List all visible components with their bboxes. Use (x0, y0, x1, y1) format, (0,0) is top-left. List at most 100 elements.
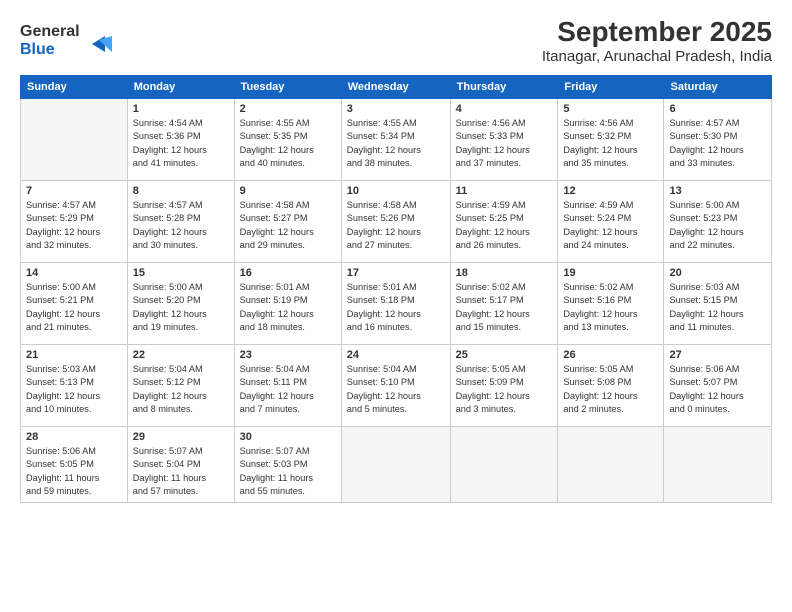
day-number: 6 (669, 103, 766, 115)
calendar-cell: 3 Sunrise: 4:55 AM Sunset: 5:34 PM Daylig… (341, 99, 450, 181)
calendar-cell (664, 427, 772, 503)
calendar-cell: 14 Sunrise: 5:00 AM Sunset: 5:21 PM Dayli… (21, 263, 128, 345)
day-info: Sunrise: 5:00 AM Sunset: 5:23 PM Dayligh… (669, 199, 766, 252)
calendar-cell (341, 427, 450, 503)
day-info: Sunrise: 5:04 AM Sunset: 5:12 PM Dayligh… (133, 363, 229, 416)
week-row-5: 28Sunrise: 5:06 AM Sunset: 5:05 PM Dayli… (21, 427, 772, 503)
day-info: Sunrise: 5:03 AM Sunset: 5:13 PM Dayligh… (26, 363, 122, 416)
day-number: 28 (26, 431, 122, 443)
calendar-cell: 19 Sunrise: 5:02 AM Sunset: 5:16 PM Dayli… (558, 263, 664, 345)
day-info: Sunrise: 5:01 AM Sunset: 5:18 PM Dayligh… (347, 281, 445, 334)
col-header-tuesday: Tuesday (234, 76, 341, 99)
calendar-cell: 23Sunrise: 5:04 AM Sunset: 5:11 PM Dayli… (234, 345, 341, 427)
day-number: 8 (133, 185, 229, 197)
calendar-table: SundayMondayTuesdayWednesdayThursdayFrid… (20, 75, 772, 503)
day-info: Sunrise: 5:04 AM Sunset: 5:10 PM Dayligh… (347, 363, 445, 416)
day-number: 9 (240, 185, 336, 197)
day-number: 15 (133, 267, 229, 279)
calendar-cell: 17 Sunrise: 5:01 AM Sunset: 5:18 PM Dayli… (341, 263, 450, 345)
day-number: 4 (456, 103, 553, 115)
day-number: 27 (669, 349, 766, 361)
calendar-cell: 25Sunrise: 5:05 AM Sunset: 5:09 PM Dayli… (450, 345, 558, 427)
week-row-3: 14 Sunrise: 5:00 AM Sunset: 5:21 PM Dayli… (21, 263, 772, 345)
calendar-cell: 5Sunrise: 4:56 AM Sunset: 5:32 PM Daylig… (558, 99, 664, 181)
day-info: Sunrise: 5:03 AM Sunset: 5:15 PM Dayligh… (669, 281, 766, 334)
day-number: 11 (456, 185, 553, 197)
day-number: 5 (563, 103, 658, 115)
calendar-cell: 11 Sunrise: 4:59 AM Sunset: 5:25 PM Dayli… (450, 181, 558, 263)
calendar-cell: 28Sunrise: 5:06 AM Sunset: 5:05 PM Dayli… (21, 427, 128, 503)
calendar-cell: 13Sunrise: 5:00 AM Sunset: 5:23 PM Dayli… (664, 181, 772, 263)
calendar-cell: 18 Sunrise: 5:02 AM Sunset: 5:17 PM Dayli… (450, 263, 558, 345)
calendar-cell: 7 Sunrise: 4:57 AM Sunset: 5:29 PM Daylig… (21, 181, 128, 263)
calendar-cell: 10 Sunrise: 4:58 AM Sunset: 5:26 PM Dayli… (341, 181, 450, 263)
calendar-cell: 29 Sunrise: 5:07 AM Sunset: 5:04 PM Dayli… (127, 427, 234, 503)
day-info: Sunrise: 5:07 AM Sunset: 5:03 PM Dayligh… (240, 445, 336, 498)
day-info: Sunrise: 4:58 AM Sunset: 5:26 PM Dayligh… (347, 199, 445, 252)
logo: General Blue (20, 16, 130, 65)
day-info: Sunrise: 4:57 AM Sunset: 5:30 PM Dayligh… (669, 117, 766, 170)
col-header-friday: Friday (558, 76, 664, 99)
week-row-4: 21 Sunrise: 5:03 AM Sunset: 5:13 PM Dayli… (21, 345, 772, 427)
day-info: Sunrise: 4:59 AM Sunset: 5:24 PM Dayligh… (563, 199, 658, 252)
day-number: 30 (240, 431, 336, 443)
day-info: Sunrise: 4:59 AM Sunset: 5:25 PM Dayligh… (456, 199, 553, 252)
day-number: 19 (563, 267, 658, 279)
day-number: 21 (26, 349, 122, 361)
calendar-cell: 27 Sunrise: 5:06 AM Sunset: 5:07 PM Dayli… (664, 345, 772, 427)
col-header-thursday: Thursday (450, 76, 558, 99)
day-info: Sunrise: 5:00 AM Sunset: 5:21 PM Dayligh… (26, 281, 122, 334)
day-number: 7 (26, 185, 122, 197)
svg-text:General: General (20, 23, 80, 40)
calendar-cell: 6 Sunrise: 4:57 AM Sunset: 5:30 PM Daylig… (664, 99, 772, 181)
calendar-header-row: SundayMondayTuesdayWednesdayThursdayFrid… (21, 76, 772, 99)
day-number: 25 (456, 349, 553, 361)
calendar-cell: 2Sunrise: 4:55 AM Sunset: 5:35 PM Daylig… (234, 99, 341, 181)
calendar-cell: 16 Sunrise: 5:01 AM Sunset: 5:19 PM Dayli… (234, 263, 341, 345)
col-header-sunday: Sunday (21, 76, 128, 99)
day-number: 3 (347, 103, 445, 115)
day-info: Sunrise: 5:04 AM Sunset: 5:11 PM Dayligh… (240, 363, 336, 416)
day-info: Sunrise: 5:07 AM Sunset: 5:04 PM Dayligh… (133, 445, 229, 498)
calendar-cell (21, 99, 128, 181)
location: Itanagar, Arunachal Pradesh, India (542, 48, 772, 65)
title-block: September 2025 Itanagar, Arunachal Prade… (542, 16, 772, 65)
calendar-cell: 15 Sunrise: 5:00 AM Sunset: 5:20 PM Dayli… (127, 263, 234, 345)
day-number: 18 (456, 267, 553, 279)
calendar-cell: 9 Sunrise: 4:58 AM Sunset: 5:27 PM Daylig… (234, 181, 341, 263)
day-info: Sunrise: 4:58 AM Sunset: 5:27 PM Dayligh… (240, 199, 336, 252)
day-info: Sunrise: 4:55 AM Sunset: 5:34 PM Dayligh… (347, 117, 445, 170)
week-row-2: 7 Sunrise: 4:57 AM Sunset: 5:29 PM Daylig… (21, 181, 772, 263)
col-header-monday: Monday (127, 76, 234, 99)
logo-text: General Blue (20, 16, 130, 65)
day-info: Sunrise: 4:57 AM Sunset: 5:29 PM Dayligh… (26, 199, 122, 252)
calendar-cell: 12 Sunrise: 4:59 AM Sunset: 5:24 PM Dayli… (558, 181, 664, 263)
calendar-cell: 30 Sunrise: 5:07 AM Sunset: 5:03 PM Dayli… (234, 427, 341, 503)
col-header-wednesday: Wednesday (341, 76, 450, 99)
day-info: Sunrise: 4:57 AM Sunset: 5:28 PM Dayligh… (133, 199, 229, 252)
calendar-cell (558, 427, 664, 503)
calendar-cell: 4Sunrise: 4:56 AM Sunset: 5:33 PM Daylig… (450, 99, 558, 181)
day-info: Sunrise: 5:01 AM Sunset: 5:19 PM Dayligh… (240, 281, 336, 334)
day-number: 16 (240, 267, 336, 279)
calendar-cell: 22 Sunrise: 5:04 AM Sunset: 5:12 PM Dayli… (127, 345, 234, 427)
day-number: 29 (133, 431, 229, 443)
day-number: 1 (133, 103, 229, 115)
day-number: 20 (669, 267, 766, 279)
month-title: September 2025 (542, 16, 772, 48)
day-info: Sunrise: 5:02 AM Sunset: 5:17 PM Dayligh… (456, 281, 553, 334)
calendar-cell: 8 Sunrise: 4:57 AM Sunset: 5:28 PM Daylig… (127, 181, 234, 263)
day-number: 17 (347, 267, 445, 279)
day-info: Sunrise: 5:00 AM Sunset: 5:20 PM Dayligh… (133, 281, 229, 334)
header: General Blue September 2025 Itanagar, Ar… (20, 16, 772, 65)
day-info: Sunrise: 4:55 AM Sunset: 5:35 PM Dayligh… (240, 117, 336, 170)
day-info: Sunrise: 5:06 AM Sunset: 5:07 PM Dayligh… (669, 363, 766, 416)
day-info: Sunrise: 5:02 AM Sunset: 5:16 PM Dayligh… (563, 281, 658, 334)
day-number: 14 (26, 267, 122, 279)
day-number: 10 (347, 185, 445, 197)
day-info: Sunrise: 4:54 AM Sunset: 5:36 PM Dayligh… (133, 117, 229, 170)
day-number: 22 (133, 349, 229, 361)
day-number: 12 (563, 185, 658, 197)
col-header-saturday: Saturday (664, 76, 772, 99)
calendar-cell: 1 Sunrise: 4:54 AM Sunset: 5:36 PM Daylig… (127, 99, 234, 181)
